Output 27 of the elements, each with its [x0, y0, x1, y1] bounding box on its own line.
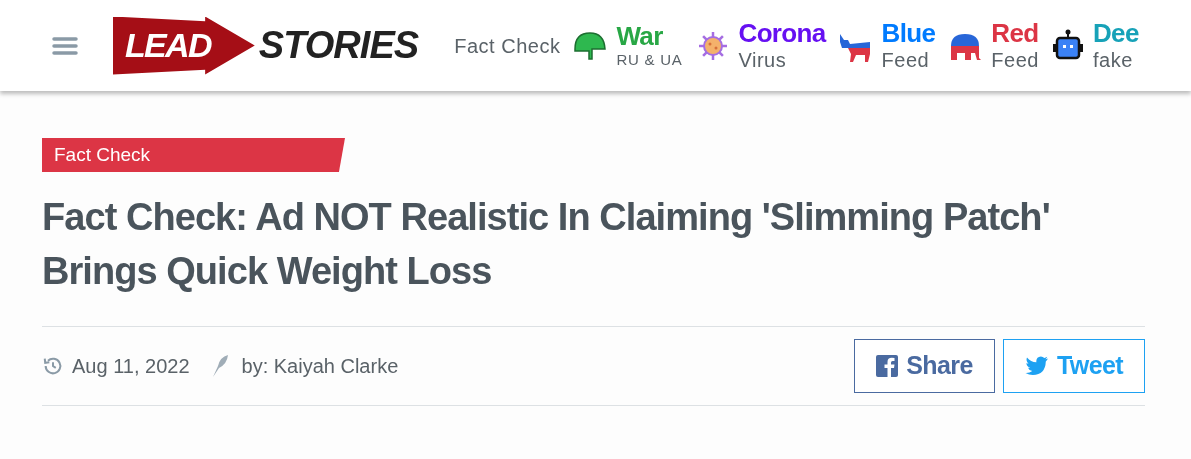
history-icon — [42, 355, 64, 377]
nav-link[interactable]: Red Feed — [947, 18, 1039, 73]
nav-subtitle: RU & UA — [616, 51, 683, 70]
nav-title: Dee — [1092, 18, 1139, 48]
site-logo[interactable]: LEAD STORIES — [113, 16, 419, 75]
bird-icon — [1025, 356, 1050, 376]
facebook-icon — [876, 355, 899, 377]
article-date: Aug 11, 2022 — [72, 354, 190, 379]
nav-link[interactable]: Blue Feed — [837, 18, 936, 73]
share-button[interactable]: Share — [854, 339, 995, 393]
nav-title: Red — [991, 18, 1039, 48]
nav-title: War — [616, 21, 664, 52]
nav-subtitle: Virus — [738, 48, 788, 73]
menu-icon[interactable] — [52, 35, 78, 56]
nav-title: Corona — [738, 18, 826, 48]
nav-link[interactable]: Corona Virus — [694, 18, 826, 73]
nav-link[interactable]: War RU & UA — [572, 21, 683, 70]
nav-title: Blue — [881, 18, 936, 48]
article-title: Fact Check: Ad NOT Realistic In Claiming 'Slimming Patch' Brings Quick Weight Loss — [42, 195, 1051, 294]
article-author: by: Kaiyah Clarke — [241, 354, 399, 379]
category-label[interactable]: Fact Check — [42, 138, 345, 172]
nav-link[interactable]: Fact Check — [454, 30, 561, 61]
nav-subtitle: fake — [1092, 48, 1134, 73]
nav-subtitle: Feed — [991, 48, 1039, 73]
nav-link[interactable]: Dee fake — [1050, 18, 1139, 73]
nav-subtitle: Feed — [881, 48, 931, 73]
logo-text: STORIES — [258, 23, 419, 68]
